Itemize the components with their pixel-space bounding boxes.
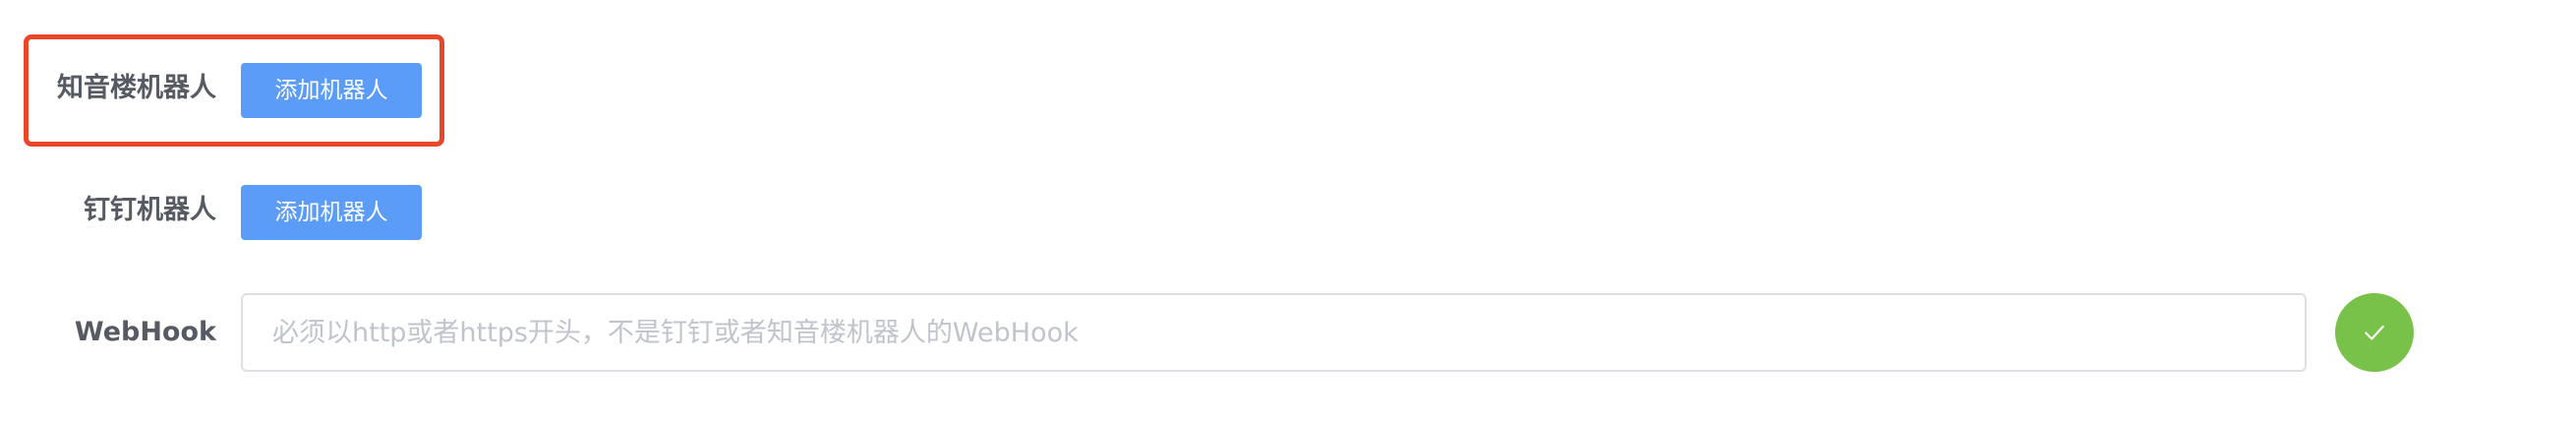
- dingtalk-robot-label: 钉钉机器人: [84, 195, 216, 225]
- add-dingtalk-robot-button[interactable]: 添加机器人: [241, 185, 422, 240]
- confirm-button[interactable]: [2335, 293, 2414, 372]
- check-icon: [2365, 325, 2384, 340]
- zhiyinlou-robot-label: 知音楼机器人: [57, 73, 216, 103]
- robot-settings-form: 知音楼机器人 添加机器人 钉钉机器人 添加机器人 WebHook: [0, 0, 2576, 423]
- webhook-input[interactable]: [241, 293, 2307, 372]
- add-zhiyinlou-robot-button[interactable]: 添加机器人: [241, 63, 422, 118]
- webhook-label: WebHook: [74, 317, 216, 347]
